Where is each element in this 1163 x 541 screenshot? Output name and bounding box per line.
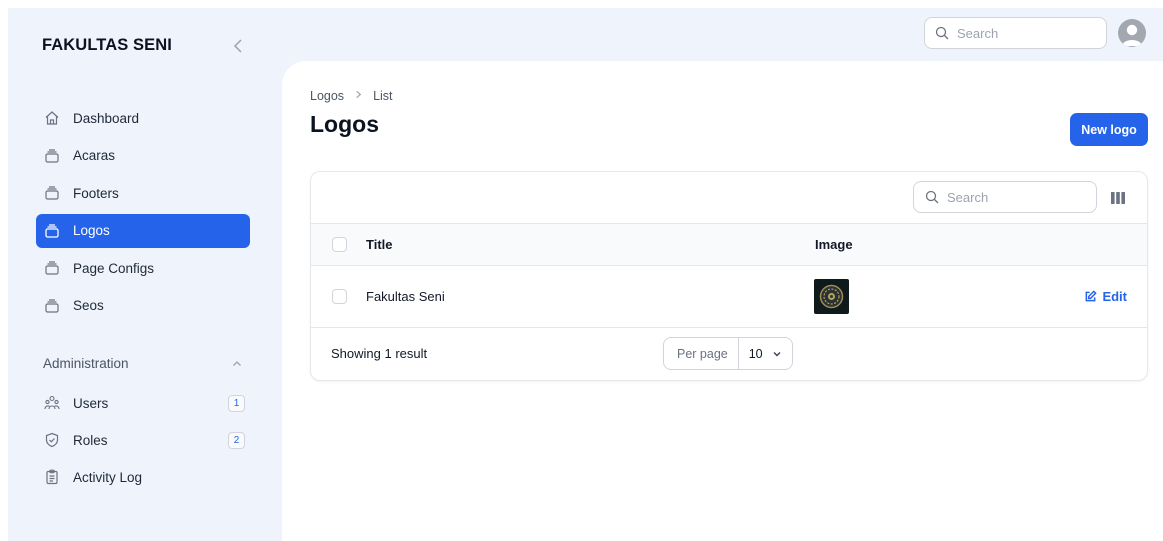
- main-panel: Logos List Logos New logo Search Title I…: [282, 61, 1163, 541]
- per-page-value: 10: [748, 346, 763, 361]
- collection-icon: [44, 185, 60, 201]
- table-row[interactable]: Fakultas Seni Edit: [311, 266, 1147, 328]
- sidebar-item-label: Footers: [73, 185, 119, 201]
- new-logo-button[interactable]: New logo: [1070, 113, 1148, 146]
- edit-label: Edit: [1102, 289, 1127, 304]
- page-title: Logos: [310, 111, 379, 137]
- logo-thumbnail: [814, 279, 849, 314]
- row-checkbox[interactable]: [332, 289, 347, 304]
- count-badge: 1: [228, 394, 245, 412]
- row-title: Fakultas Seni: [366, 289, 445, 304]
- columns-toggle-icon[interactable]: [1110, 191, 1126, 205]
- sidebar-item-label: Users: [73, 395, 109, 411]
- global-search-input[interactable]: [957, 25, 1087, 41]
- sidebar-item-roles[interactable]: Roles 2: [36, 423, 250, 457]
- sidebar-item-users[interactable]: Users 1: [36, 386, 250, 420]
- group-label: Administration: [43, 356, 129, 371]
- sidebar-item-label: Roles: [73, 432, 108, 448]
- table-search-input[interactable]: [947, 189, 1077, 205]
- per-page-control: Per page 10: [663, 337, 793, 370]
- collapse-sidebar-icon[interactable]: [230, 36, 246, 56]
- search-icon: [925, 190, 939, 204]
- sidebar-item-label: Seos: [73, 298, 104, 314]
- per-page-label: Per page: [664, 338, 739, 369]
- collection-icon: [44, 148, 60, 164]
- app-frame: FAKULTAS SENI Dashboard Acaras Footers L…: [8, 8, 1163, 541]
- edit-link[interactable]: Edit: [1084, 289, 1127, 304]
- sidebar-item-activity-log[interactable]: Activity Log: [36, 460, 250, 494]
- sidebar-nav: Dashboard Acaras Footers Logos Page Conf…: [36, 101, 250, 327]
- sidebar-item-label: Acaras: [73, 148, 116, 164]
- breadcrumb-current: List: [373, 89, 393, 103]
- group-toggle-administration[interactable]: Administration: [43, 356, 243, 371]
- sidebar: FAKULTAS SENI Dashboard Acaras Footers L…: [8, 8, 282, 541]
- logos-table: Title Image Fakultas Seni: [310, 171, 1148, 381]
- brand-title: FAKULTAS SENI: [42, 36, 172, 54]
- column-header-title[interactable]: Title: [366, 237, 393, 252]
- sidebar-item-page-configs[interactable]: Page Configs: [36, 251, 250, 285]
- collection-icon: [44, 298, 60, 314]
- sidebar-item-dashboard[interactable]: Dashboard: [36, 101, 250, 135]
- search-icon: [935, 26, 949, 40]
- admin-nav: Users 1 Roles 2 Activity Log: [36, 386, 250, 498]
- sidebar-item-logos[interactable]: Logos: [36, 213, 250, 248]
- chevron-up-icon: [231, 358, 243, 370]
- sidebar-item-label: Activity Log: [73, 469, 143, 485]
- sidebar-item-acaras[interactable]: Acaras: [36, 139, 250, 173]
- global-search[interactable]: [924, 17, 1107, 49]
- column-header-image: Image: [815, 237, 853, 252]
- chevron-down-icon: [772, 349, 782, 359]
- collection-icon: [44, 223, 60, 239]
- breadcrumb: Logos List: [310, 89, 393, 103]
- sidebar-item-footers[interactable]: Footers: [36, 176, 250, 210]
- chevron-right-icon: [354, 90, 363, 102]
- user-avatar[interactable]: [1118, 19, 1146, 47]
- result-count: Showing 1 result: [331, 346, 428, 361]
- select-all-checkbox[interactable]: [332, 237, 347, 252]
- sidebar-item-label: Dashboard: [73, 110, 140, 126]
- table-header: Title Image: [311, 224, 1147, 266]
- per-page-select[interactable]: 10: [739, 347, 782, 361]
- users-icon: [44, 395, 60, 411]
- table-search[interactable]: [913, 181, 1097, 213]
- shield-check-icon: [44, 432, 60, 448]
- collection-icon: [44, 260, 60, 276]
- table-toolbar: [311, 172, 1147, 224]
- count-badge: 2: [228, 431, 245, 449]
- table-footer: Showing 1 result Per page 10: [311, 328, 1147, 380]
- sidebar-item-seos[interactable]: Seos: [36, 289, 250, 323]
- sidebar-item-label: Logos: [73, 223, 110, 239]
- sidebar-item-label: Page Configs: [73, 260, 155, 276]
- breadcrumb-link-logos[interactable]: Logos: [310, 89, 344, 103]
- home-icon: [44, 110, 60, 126]
- clipboard-list-icon: [44, 469, 60, 485]
- pencil-square-icon: [1084, 290, 1098, 303]
